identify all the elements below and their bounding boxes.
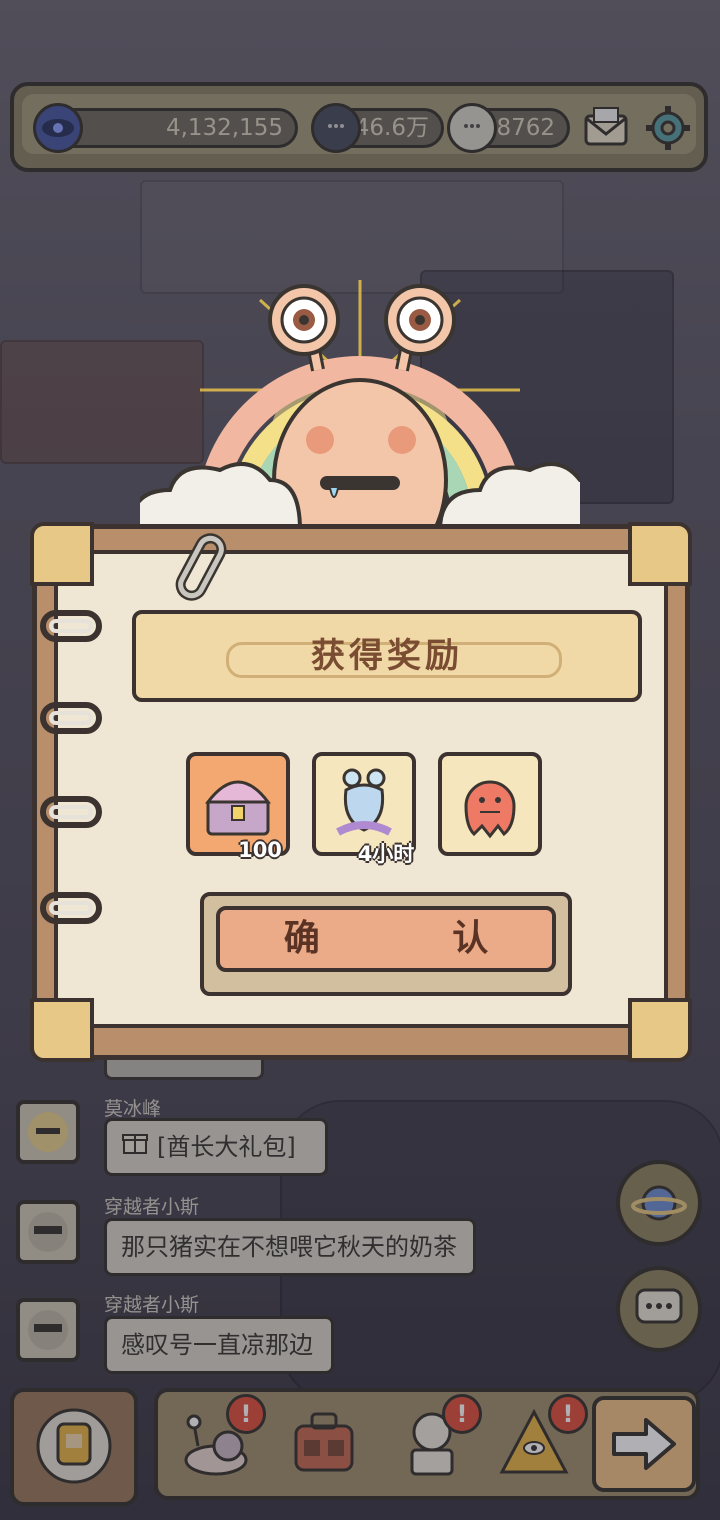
confirm-button-frame: 确 认	[200, 892, 572, 996]
binder-ring	[40, 796, 102, 828]
reward-label: 4小时	[357, 842, 415, 866]
binder-ring	[40, 892, 102, 924]
paperclip-icon	[172, 530, 232, 610]
snail-character	[127, 280, 613, 582]
dialog-paper: 获得奖励 100 4小时 确 认	[54, 550, 668, 1028]
binder-ring	[40, 702, 102, 734]
dialog-corner	[30, 998, 94, 1062]
binder-ring	[40, 610, 102, 642]
title-banner: 获得奖励	[132, 610, 642, 702]
red-ghost-icon	[464, 780, 516, 839]
reward-label: 100	[238, 838, 282, 862]
dialog-corner	[628, 522, 692, 586]
confirm-button[interactable]: 确 认	[216, 906, 556, 972]
dialog-corner	[628, 998, 692, 1062]
dialog-corner	[30, 522, 94, 586]
reward-dialog: 获得奖励 100 4小时 确 认	[30, 522, 692, 1062]
dialog-title: 获得奖励	[311, 636, 463, 676]
reward-slot-ghost[interactable]	[438, 752, 542, 856]
